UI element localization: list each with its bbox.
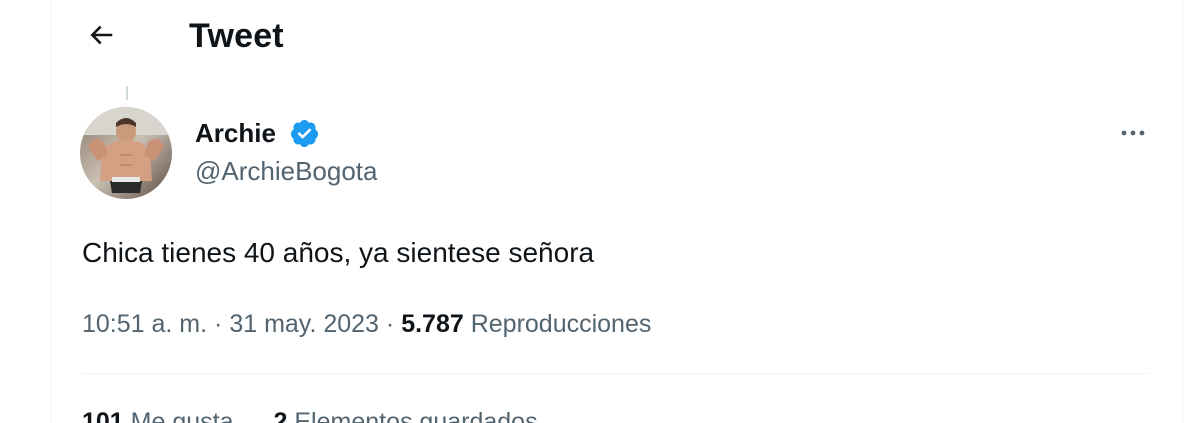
likes-count: 101 [82, 408, 124, 423]
back-button[interactable] [80, 14, 122, 56]
meta-separator: · [214, 310, 223, 338]
bookmarks-count: 2 [273, 408, 288, 423]
bookmarks-label: Elementos guardados [294, 408, 538, 423]
tweet-time[interactable]: 10:51 a. m. [82, 310, 207, 338]
author-handle[interactable]: @ArchieBogota [195, 154, 378, 188]
avatar[interactable] [80, 107, 172, 199]
tweet-stats: 101 Me gusta 2 Elementos guardados [82, 405, 538, 423]
divider [82, 373, 1148, 374]
author-display-name[interactable]: Archie [195, 116, 276, 150]
meta-separator: · [385, 310, 395, 338]
avatar-image [80, 107, 172, 199]
more-options-button[interactable] [1112, 116, 1154, 150]
tweet-text: Chica tienes 40 años, ya sientese señora [82, 237, 595, 268]
verified-badge-icon[interactable] [289, 118, 320, 149]
more-horizontal-icon [1121, 130, 1145, 136]
tweet-meta: 10:51 a. m. · 31 may. 2023 · 5.787 Repro… [82, 307, 651, 341]
page-title: Tweet [189, 17, 284, 55]
main-column [51, 0, 1183, 423]
likes-link[interactable]: 101 Me gusta [82, 408, 234, 423]
tweet-date[interactable]: 31 may. 2023 [229, 310, 379, 338]
bookmarks-link[interactable]: 2 Elementos guardados [274, 408, 538, 423]
arrow-left-icon [90, 25, 113, 45]
views-label: Reproducciones [470, 310, 652, 338]
views-count: 5.787 [401, 310, 464, 338]
likes-label: Me gusta [130, 408, 234, 423]
thread-line [126, 86, 128, 100]
tweet-page: Tweet Archie @ArchieBogota Chica tienes … [0, 0, 1200, 423]
